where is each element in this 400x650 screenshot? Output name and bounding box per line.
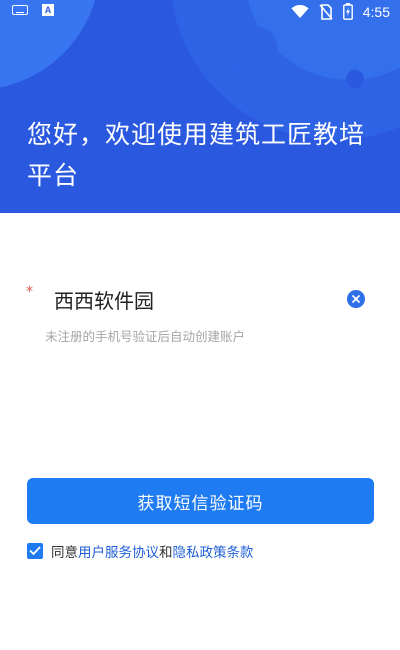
get-sms-code-button[interactable]: 获取短信验证码 xyxy=(27,478,374,524)
agree-prefix: 同意 xyxy=(51,545,78,561)
status-left: A xyxy=(12,4,54,16)
header-banner: A 4:55 您好，欢迎使用建筑工匠教培 平台 xyxy=(0,0,400,213)
welcome-line-1: 您好，欢迎使用建筑工匠教培 xyxy=(27,120,366,149)
agreement-text: 同意用户服务协议和隐私政策条款 xyxy=(51,541,254,561)
welcome-line-2: 平台 xyxy=(27,161,80,190)
agree-and: 和 xyxy=(159,545,173,561)
privacy-policy-link[interactable]: 隐私政策条款 xyxy=(173,545,254,561)
wifi-icon xyxy=(291,4,309,18)
a-app-icon: A xyxy=(42,4,54,16)
check-icon xyxy=(29,546,41,555)
register-hint: 未注册的手机号验证后自动创建账户 xyxy=(45,329,246,344)
decor-circle xyxy=(230,26,278,74)
status-right: 4:55 xyxy=(291,3,390,20)
agree-checkbox[interactable] xyxy=(27,543,43,559)
status-bar: A 4:55 xyxy=(0,0,400,24)
agreement-row: 同意用户服务协议和隐私政策条款 xyxy=(27,541,254,561)
required-mark: * xyxy=(26,284,33,300)
keyboard-icon xyxy=(12,5,28,15)
clear-input-button[interactable] xyxy=(347,290,365,308)
status-time: 4:55 xyxy=(362,3,390,20)
decor-circle xyxy=(346,70,364,88)
battery-charging-icon xyxy=(342,3,353,20)
user-agreement-link[interactable]: 用户服务协议 xyxy=(78,545,159,561)
welcome-title: 您好，欢迎使用建筑工匠教培 平台 xyxy=(27,114,387,196)
phone-input[interactable] xyxy=(54,284,334,314)
clear-circle-icon xyxy=(352,295,360,303)
no-sim-icon xyxy=(319,3,333,20)
